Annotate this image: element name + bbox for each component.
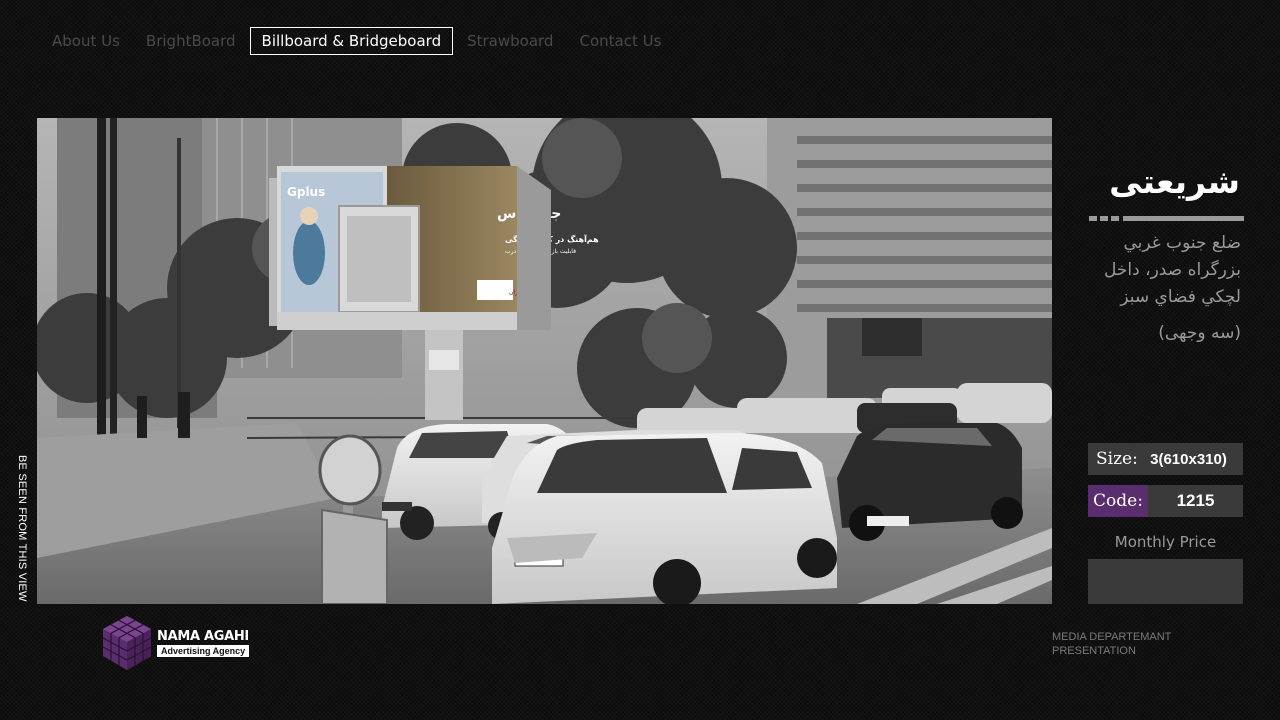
- location-address: ضلع جنوب غربي بزرگراه صدر، داخل لچكي فضا…: [1104, 233, 1241, 307]
- code-label: Code:: [1088, 485, 1148, 517]
- monthly-price-label: Monthly Price: [1114, 533, 1217, 551]
- nav-strawboard[interactable]: Strawboard: [455, 27, 565, 55]
- code-row: Code: 1215: [1088, 485, 1243, 517]
- location-info-panel: شریعتی ضلع جنوب غربي بزرگراه صدر، داخل ل…: [1082, 150, 1244, 343]
- footer-note-line1: MEDIA DEPARTEMANT: [1052, 631, 1172, 643]
- size-row: Size: 3(610x310): [1088, 443, 1243, 475]
- location-name: شریعتی: [1109, 162, 1240, 201]
- billboard-brand-left: Gplus: [287, 185, 325, 199]
- logo-name: NAMA AGAHI: [157, 629, 249, 644]
- cube-logo-icon: [103, 616, 151, 670]
- footer-note-line2: PRESENTATION: [1052, 645, 1136, 657]
- location-photo: Gplus جی پلاس هم‌آهنگ در کار و زندگی قاب…: [37, 118, 1052, 604]
- size-value: 3(610x310): [1150, 450, 1227, 468]
- company-logo: NAMA AGAHI Advertising Agency: [103, 616, 249, 670]
- logo-tagline: Advertising Agency: [157, 645, 250, 657]
- nav-brightboard[interactable]: BrightBoard: [134, 27, 248, 55]
- nav-about-us[interactable]: About Us: [40, 27, 132, 55]
- nav-billboard-bridgeboard[interactable]: Billboard & Bridgeboard: [249, 27, 454, 55]
- title-divider: [1089, 216, 1244, 222]
- main-nav: About Us BrightBoard Billboard & Bridgeb…: [40, 27, 675, 55]
- size-label: Size:: [1096, 449, 1138, 469]
- footer-note: MEDIA DEPARTEMANT PRESENTATION: [1052, 630, 1171, 658]
- code-value: 1215: [1148, 485, 1243, 517]
- nav-contact-us[interactable]: Contact Us: [567, 27, 673, 55]
- monthly-price-value: [1088, 559, 1243, 604]
- view-caption: BE SEEN FROM THIS VIEW: [16, 455, 28, 602]
- board-sides: (سه وجهی): [1158, 323, 1241, 343]
